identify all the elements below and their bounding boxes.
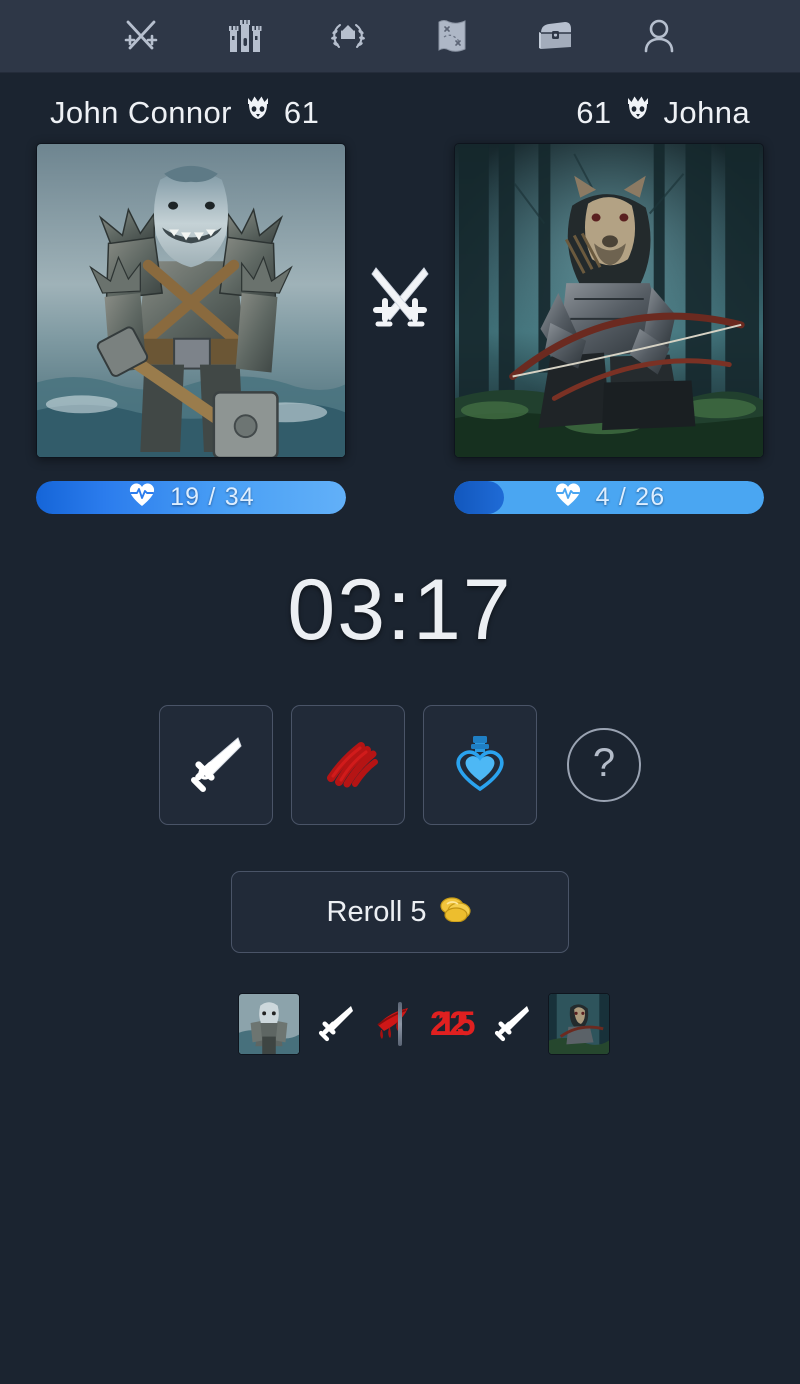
castle-icon <box>226 16 264 56</box>
sword-icon <box>316 1002 356 1047</box>
log-thumbnail-right[interactable] <box>548 993 610 1055</box>
reroll-button[interactable]: Reroll 5 <box>231 871 569 953</box>
gold-coins-icon <box>439 894 473 930</box>
player-left-health-bar[interactable]: 19 / 34 <box>36 481 346 514</box>
players-header-row: John Connor 61 61 Johna <box>0 73 800 131</box>
health-value-left: 19 / 34 <box>170 483 255 511</box>
battle-log-right: 15 <box>418 993 708 1055</box>
player-right-header: 61 Johna <box>576 95 750 131</box>
nav-item-leaderboard[interactable] <box>319 10 377 62</box>
reroll-row: Reroll 5 <box>0 871 800 953</box>
log-thumbnail-left[interactable] <box>238 993 300 1055</box>
player-left-avatar[interactable] <box>36 143 346 458</box>
nav-item-map[interactable] <box>423 10 481 62</box>
heartbeat-icon <box>553 481 583 514</box>
nav-item-battle[interactable] <box>112 10 170 62</box>
player-right-name: Johna <box>663 95 750 130</box>
player-right-avatar[interactable] <box>454 143 764 458</box>
skull-crown-icon <box>245 95 271 131</box>
treasure-chest-icon <box>535 17 575 55</box>
heartbeat-icon <box>127 481 157 514</box>
treasure-map-icon <box>434 16 470 56</box>
health-value-right: 4 / 26 <box>595 483 666 511</box>
battle-timer: 03:17 <box>287 562 513 658</box>
heal-action-button[interactable] <box>423 705 537 825</box>
skull-crown-icon <box>625 95 651 131</box>
health-bars-row: 19 / 34 4 / 26 <box>0 458 800 514</box>
health-text-left: 19 / 34 <box>127 481 255 514</box>
nav-item-inventory[interactable] <box>526 10 584 62</box>
sword-icon <box>185 732 247 799</box>
crossed-swords-icon <box>121 16 161 56</box>
laurel-crown-icon <box>328 17 368 55</box>
damage-value-right: 15 <box>437 1004 476 1043</box>
user-profile-icon <box>641 16 677 56</box>
action-buttons-row: ? <box>0 705 800 825</box>
nav-item-castle[interactable] <box>216 10 274 62</box>
health-potion-icon <box>450 732 510 799</box>
battle-arena <box>0 131 800 458</box>
claw-action-button[interactable] <box>291 705 405 825</box>
claw-marks-icon <box>317 732 379 799</box>
top-navigation-bar <box>0 0 800 73</box>
reroll-label: Reroll 5 <box>326 895 427 928</box>
player-right-level: 61 <box>576 95 612 130</box>
nav-item-profile[interactable] <box>630 10 688 62</box>
crossed-swords-icon <box>360 258 440 343</box>
player-left-name: John Connor <box>50 95 232 130</box>
sword-icon <box>492 1002 532 1047</box>
player-left-header: John Connor 61 <box>50 95 319 131</box>
player-right-health-bar[interactable]: 4 / 26 <box>454 481 764 514</box>
attack-action-button[interactable] <box>159 705 273 825</box>
versus-crossed-swords <box>355 256 445 346</box>
help-button[interactable]: ? <box>567 728 641 802</box>
health-text-right: 4 / 26 <box>553 481 666 514</box>
battle-log-row: 22 15 <box>0 993 800 1055</box>
battle-log-divider <box>398 1002 402 1046</box>
health-fill-right <box>454 481 504 514</box>
player-left-level: 61 <box>283 95 320 130</box>
bloody-slash-icon <box>372 1003 414 1046</box>
battle-log-left: 22 <box>92 993 468 1055</box>
